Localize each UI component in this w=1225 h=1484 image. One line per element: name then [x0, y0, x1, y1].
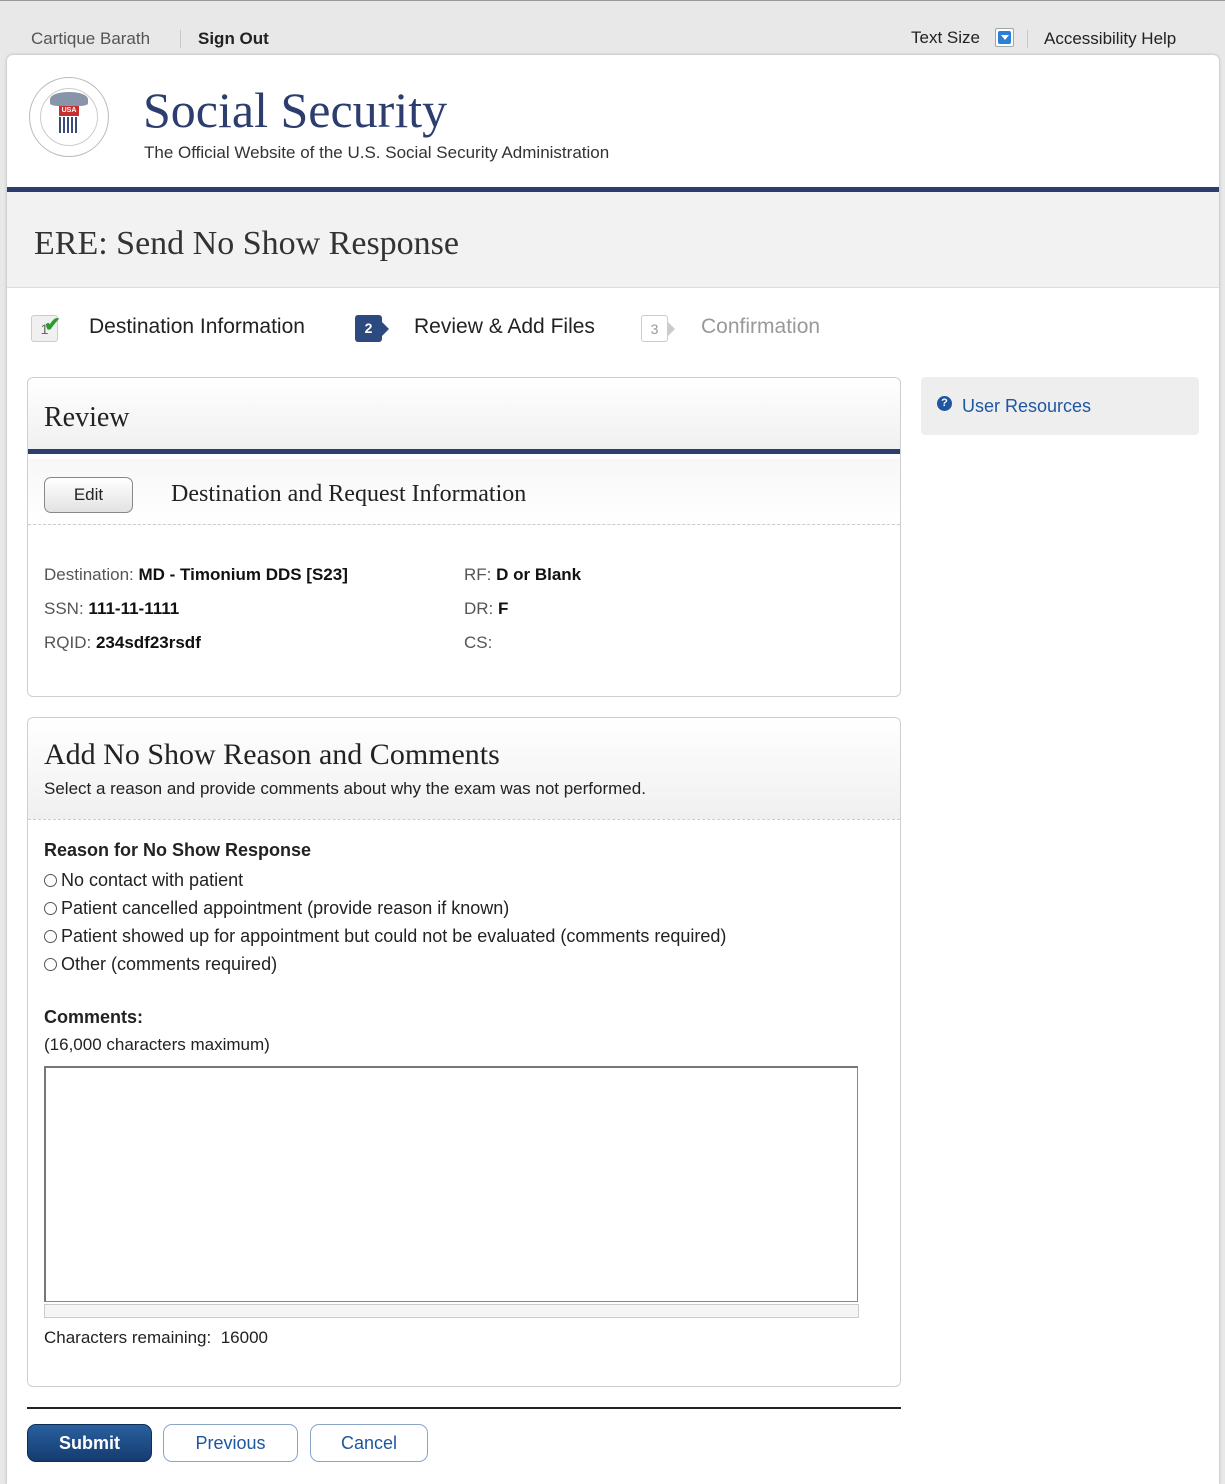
step-2-label: Review & Add Files	[414, 315, 595, 338]
ssn-field: SSN: 111-11-1111	[44, 599, 179, 619]
reason-option-label: Patient cancelled appointment (provide r…	[61, 898, 510, 918]
step-2-badge: 2	[355, 315, 389, 342]
step-1-badge: 1 ✔	[31, 314, 61, 342]
reason-option-cancelled[interactable]: Patient cancelled appointment (provide r…	[44, 898, 509, 919]
dr-label: DR:	[464, 599, 494, 618]
comments-label: Comments:	[44, 1007, 144, 1027]
cs-field: CS:	[464, 633, 492, 653]
rf-value: D or Blank	[496, 565, 582, 584]
eagle-icon	[50, 92, 88, 106]
divider	[1027, 30, 1028, 48]
ssa-seal-logo[interactable]: USA	[29, 77, 109, 157]
seal-usa-text: USA	[59, 106, 79, 116]
rqid-value: 234sdf23rsdf	[95, 633, 201, 652]
divider	[180, 30, 181, 48]
remaining-value: 16000	[220, 1328, 268, 1347]
ssn-label: SSN:	[44, 599, 84, 618]
rqid-field: RQID: 234sdf23rsdf	[44, 633, 201, 653]
radio-button[interactable]	[44, 874, 57, 887]
step-1-label: Destination Information	[89, 315, 305, 338]
progress-steps: 1 ✔ Destination Information 2 Review & A…	[7, 310, 907, 350]
dr-field: DR: F	[464, 599, 508, 619]
seal-stripes	[59, 117, 79, 133]
submit-button[interactable]: Submit	[27, 1424, 152, 1462]
user-resources-link[interactable]: User Resources	[962, 396, 1091, 417]
title-bar: ERE: Send No Show Response	[7, 192, 1219, 288]
destination-section-title: Destination and Request Information	[171, 481, 527, 507]
page-container: USA Social Security The Official Website…	[7, 55, 1219, 1484]
chevron-down-icon[interactable]	[995, 28, 1014, 47]
site-brand[interactable]: Social Security	[143, 81, 447, 139]
reason-option-label: Patient showed up for appointment but co…	[61, 926, 727, 946]
radio-button[interactable]	[44, 958, 57, 971]
question-circle-icon: ?	[937, 396, 952, 411]
reason-option-label: No contact with patient	[61, 870, 244, 890]
utility-bar: Cartique Barath Sign Out Text Size Acces…	[0, 0, 1225, 58]
no-show-panel: Add No Show Reason and Comments Select a…	[27, 717, 901, 1387]
comments-max-hint: (16,000 characters maximum)	[44, 1035, 270, 1054]
radio-button[interactable]	[44, 930, 57, 943]
characters-remaining: Characters remaining: 16000	[44, 1328, 268, 1348]
accessibility-help-link[interactable]: Accessibility Help	[1044, 29, 1176, 49]
sign-out-link[interactable]: Sign Out	[198, 29, 269, 49]
user-resources-box: ? User Resources	[921, 377, 1199, 435]
cancel-button[interactable]: Cancel	[310, 1424, 428, 1462]
review-header: Review	[28, 378, 900, 454]
no-show-header: Add No Show Reason and Comments Select a…	[28, 718, 900, 820]
ssn-value: 111-11-1111	[88, 599, 180, 618]
edit-button[interactable]: Edit	[44, 477, 133, 513]
radio-button[interactable]	[44, 902, 57, 915]
no-show-title: Add No Show Reason and Comments	[44, 738, 500, 771]
cs-label: CS:	[464, 633, 493, 652]
destination-subheader: Edit Destination and Request Information	[28, 459, 900, 525]
destination-label: Destination:	[44, 565, 134, 584]
remaining-label: Characters remaining:	[44, 1328, 212, 1347]
rqid-label: RQID:	[44, 633, 92, 652]
no-show-description: Select a reason and provide comments abo…	[44, 779, 646, 798]
site-header: USA Social Security The Official Website…	[7, 55, 1219, 192]
checkmark-icon: ✔	[44, 314, 61, 336]
comments-textarea[interactable]	[44, 1066, 858, 1302]
user-name: Cartique Barath	[31, 29, 151, 48]
step-3-badge: 3	[641, 315, 675, 342]
review-title: Review	[44, 402, 130, 433]
destination-value: MD - Timonium DDS [S23]	[138, 565, 348, 584]
rf-field: RF: D or Blank	[464, 565, 581, 585]
previous-button[interactable]: Previous	[163, 1424, 298, 1462]
footer-rule	[27, 1407, 901, 1409]
review-panel: Review Edit Destination and Request Info…	[27, 377, 901, 697]
reason-label: Reason for No Show Response	[44, 840, 312, 860]
step-3-label: Confirmation	[701, 315, 821, 338]
text-size-label[interactable]: Text Size	[911, 28, 980, 48]
reason-option-other[interactable]: Other (comments required)	[44, 954, 277, 975]
destination-field: Destination: MD - Timonium DDS [S23]	[44, 565, 348, 585]
dr-value: F	[498, 599, 509, 618]
reason-option-label: Other (comments required)	[61, 954, 278, 974]
reason-option-no-contact[interactable]: No contact with patient	[44, 870, 243, 891]
site-tagline: The Official Website of the U.S. Social …	[144, 143, 610, 162]
reason-option-not-evaluated[interactable]: Patient showed up for appointment but co…	[44, 926, 726, 947]
rf-label: RF:	[464, 565, 492, 584]
page-title: ERE: Send No Show Response	[34, 225, 459, 262]
character-count-bar	[44, 1304, 859, 1318]
